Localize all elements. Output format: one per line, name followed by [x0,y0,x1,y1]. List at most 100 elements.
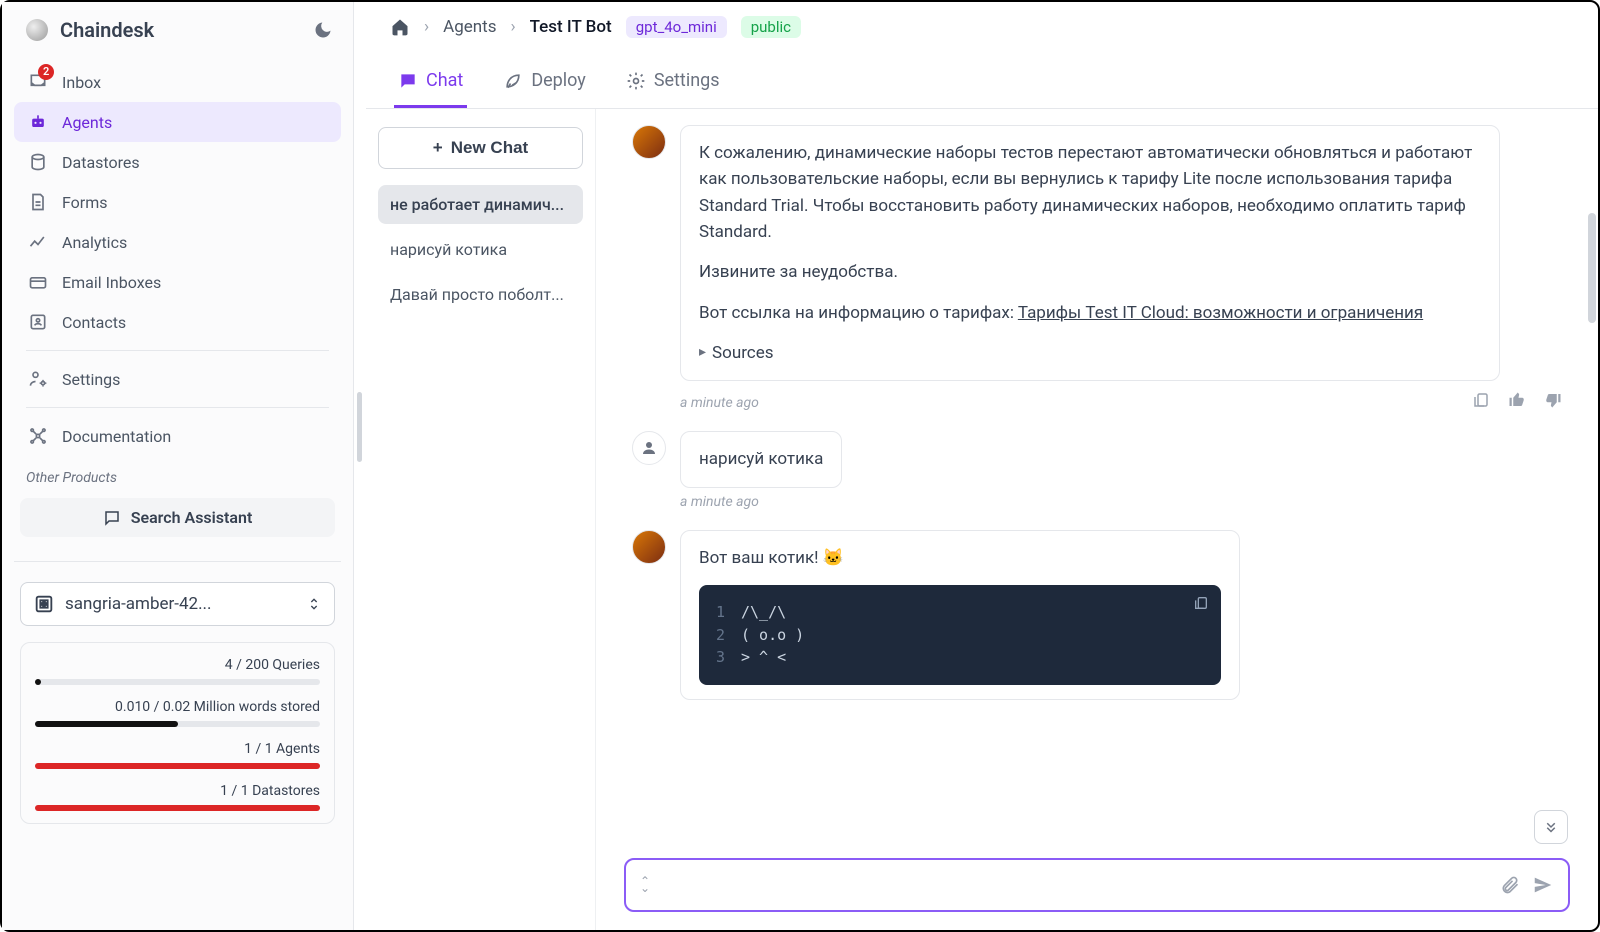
usage-queries-bar [35,679,320,685]
assistant-avatar [632,530,666,564]
expand-composer-button[interactable]: ⌃⌄ [640,878,650,892]
message-assistant: Вот ваш котик! 🐱 1 /\_/\ 2( o.o ) 3 > ^ … [632,530,1562,700]
tab-settings[interactable]: Settings [622,56,724,108]
sidebar-item-label: Contacts [62,313,126,332]
send-button[interactable] [1532,874,1554,896]
new-chat-button[interactable]: + New Chat [378,127,583,169]
conversation-list: + New Chat не работает динамич... нарису… [366,109,596,930]
sidebar-item-label: Email Inboxes [62,273,161,292]
sidebar-item-agents[interactable]: Agents [14,102,341,142]
message-text: Вот ваш котик! 🐱 [699,545,1221,571]
tab-deploy[interactable]: Deploy [499,56,590,108]
sidebar-item-contacts[interactable]: Contacts [14,302,341,342]
scroll-to-bottom-button[interactable] [1534,810,1568,844]
usage-panel: 4 / 200 Queries 0.010 / 0.02 Million wor… [20,642,335,824]
clipboard-icon [1193,595,1209,611]
sidebar-item-settings[interactable]: Settings [14,359,341,399]
rocket-icon [503,71,523,91]
tab-chat[interactable]: Chat [394,56,467,108]
chevron-right-icon: › [424,17,429,37]
usage-agents: 1 / 1 Agents [35,741,320,757]
new-chat-label: New Chat [451,138,528,158]
usage-words: 0.010 / 0.02 Million words stored [35,699,320,715]
message-text: Вот ссылка на информацию о тарифах: Тари… [699,300,1481,326]
message-composer: ⌃⌄ [624,858,1570,912]
plus-icon: + [433,138,443,158]
search-assistant-button[interactable]: Search Assistant [20,498,335,537]
divider [26,350,329,351]
file-icon [28,192,48,212]
chart-icon [28,232,48,252]
person-icon [640,439,658,457]
settings-icon [28,369,48,389]
message-bubble: нарисуй котика [680,431,842,487]
org-selector[interactable]: sangria-amber-42... [20,582,335,626]
message-input[interactable] [662,868,1488,902]
scrollbar[interactable] [1588,213,1596,323]
message-timestamp: a minute ago [680,494,1562,510]
sidebar-item-forms[interactable]: Forms [14,182,341,222]
message-text: Извините за неудобства. [699,259,1481,285]
thumbs-up-icon [1508,391,1526,409]
chevron-up-down-icon [306,594,322,614]
sidebar-item-datastores[interactable]: Datastores [14,142,341,182]
sources-label[interactable]: Sources [699,340,1481,366]
usage-datastores-bar [35,805,320,811]
thumbs-down-button[interactable] [1544,391,1562,409]
contacts-icon [28,312,48,332]
breadcrumb: › Agents › Test IT Bot gpt_4o_mini publi… [366,2,1598,52]
sidebar-item-label: Documentation [62,427,171,446]
thumbs-down-icon [1544,391,1562,409]
inbox-badge: 2 [38,64,54,80]
user-avatar [632,431,666,465]
sidebar-resize-handle[interactable] [354,2,366,930]
sidebar-item-analytics[interactable]: Analytics [14,222,341,262]
search-assistant-label: Search Assistant [131,508,253,527]
theme-toggle[interactable] [313,20,333,40]
brand[interactable]: Chaindesk [26,18,154,42]
usage-queries: 4 / 200 Queries [35,657,320,673]
conversation-item[interactable]: нарисуй котика [378,230,583,269]
breadcrumb-bot[interactable]: Test IT Bot [530,17,612,37]
conversation-item[interactable]: Давай просто поболт... [378,275,583,314]
message-bubble: Вот ваш котик! 🐱 1 /\_/\ 2( o.o ) 3 > ^ … [680,530,1240,700]
copy-button[interactable] [1472,391,1490,409]
api-icon [28,426,48,446]
sidebar-item-inbox[interactable]: Inbox 2 [14,62,341,102]
chat-pane: К сожалению, динамические наборы тестов … [596,109,1598,930]
sidebar-item-documentation[interactable]: Documentation [14,416,341,456]
moon-icon [313,20,333,40]
message-timestamp: a minute ago [680,395,759,411]
attach-button[interactable] [1500,875,1520,895]
sidebar-item-email-inboxes[interactable]: Email Inboxes [14,262,341,302]
code-line: /\_/\ [741,601,786,624]
model-pill: gpt_4o_mini [626,16,727,38]
message-text: К сожалению, динамические наборы тестов … [699,140,1481,245]
sidebar-item-label: Analytics [62,233,127,252]
robot-icon [28,112,48,132]
mailbox-icon [28,272,48,292]
usage-words-bar [35,721,320,727]
sources-disclosure[interactable]: Sources [699,340,1481,366]
chevron-right-icon: › [510,17,515,37]
copy-code-button[interactable] [1193,595,1209,611]
breadcrumb-agents[interactable]: Agents [443,17,496,37]
code-line: > ^ < [741,646,786,669]
sidebar-item-label: Datastores [62,153,140,172]
sidebar-item-label: Forms [62,193,108,212]
database-icon [28,152,48,172]
sidebar-item-label: Agents [62,113,112,132]
tariffs-link[interactable]: Тарифы Test IT Cloud: возможности и огра… [1018,303,1423,323]
divider [14,561,341,562]
divider [26,407,329,408]
message-actions [1472,391,1562,409]
home-icon[interactable] [390,17,410,37]
org-name: sangria-amber-42... [65,594,212,614]
chat-bubble-icon [103,509,121,527]
message-user: нарисуй котика a minute ago [632,431,1562,509]
org-icon [33,593,55,615]
paperclip-icon [1500,875,1520,895]
conversation-item[interactable]: не работает динамич... [378,185,583,224]
thumbs-up-button[interactable] [1508,391,1526,409]
main: › Agents › Test IT Bot gpt_4o_mini publi… [366,2,1598,930]
